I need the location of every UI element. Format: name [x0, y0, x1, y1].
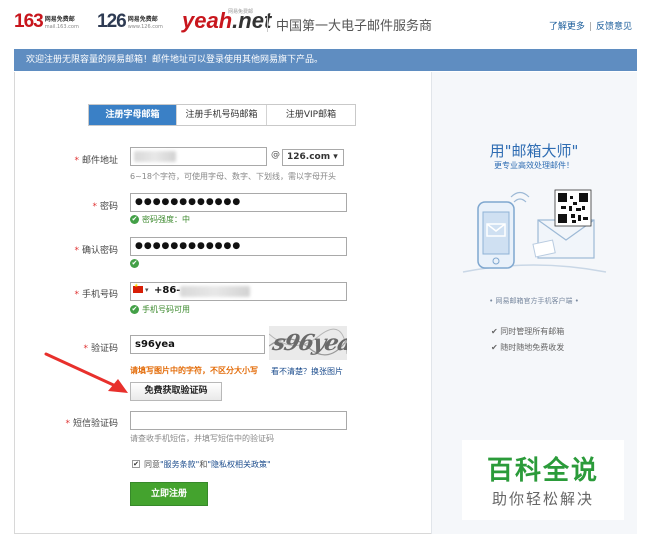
- logo-163-caption: 网易免费邮 mail.163.com: [45, 16, 79, 30]
- promo-feature: ✔ 同时管理所有邮箱: [491, 326, 564, 337]
- promo-client-label: • 网易邮箱官方手机客户端 •: [489, 297, 579, 305]
- feedback-link[interactable]: 反馈意见: [596, 22, 632, 32]
- logo-yeah-text: yeah.net: [182, 10, 271, 32]
- captcha-image[interactable]: s96yea: [269, 326, 347, 360]
- domain-select[interactable]: 126.com ▾: [282, 149, 344, 166]
- register-button[interactable]: 立即注册: [130, 482, 208, 506]
- red-arrow-icon: [44, 352, 128, 393]
- logo-126-line1: 网易免费邮: [127, 16, 158, 23]
- captcha-image-text: s96yea: [270, 330, 347, 356]
- get-sms-code-button[interactable]: 免费获取验证码: [130, 382, 222, 401]
- email-hint: 6~18个字符，可使用字母、数字、下划线，需以字母开头: [130, 172, 336, 181]
- check-circle-icon: ✔: [130, 215, 139, 224]
- logo-163[interactable]: 163 网易免费邮 mail.163.com: [14, 12, 79, 32]
- watermark-title: 百科全说: [486, 456, 599, 486]
- email-value-redacted: [134, 151, 176, 162]
- password-strength: ✔ 密码强度：中: [130, 214, 190, 225]
- logo-126-line2: www.126.com: [127, 24, 163, 30]
- required-mark: *: [74, 156, 79, 166]
- tab-vip-email[interactable]: 注册VIP邮箱: [267, 105, 355, 125]
- refresh-captcha-link[interactable]: 看不清楚？换张图片: [271, 366, 343, 377]
- logo-yeah-word: yeah: [182, 8, 233, 33]
- agree-prefix: 同意: [144, 460, 160, 469]
- required-mark: *: [74, 246, 79, 256]
- password-strength-text: 密码强度：中: [142, 215, 190, 224]
- agree-text: 同意"服务条款"和"隐私权相关政策": [144, 459, 271, 470]
- check-icon: ✔: [491, 343, 498, 352]
- phone-prefix: +86-: [154, 285, 181, 296]
- privacy-link[interactable]: "隐私权相关政策": [207, 460, 270, 469]
- slogan: 中国第一大电子邮件服务商: [276, 19, 433, 34]
- password-label-text: 密码: [99, 202, 118, 212]
- phone-mail-illustration-icon: [462, 189, 607, 273]
- logo-163-line1: 网易免费邮: [44, 16, 75, 23]
- promo-subtitle: 更专业高效处理邮件！: [494, 161, 574, 170]
- phone-value-redacted: [180, 286, 250, 297]
- required-mark: *: [74, 290, 79, 300]
- link-separator: |: [588, 22, 592, 32]
- logo-163-number: 163: [14, 11, 44, 32]
- chevron-down-icon: ▾: [333, 152, 338, 162]
- header-divider: [267, 14, 268, 32]
- confirm-password-label: * 确认密码: [0, 243, 118, 256]
- sms-code-label: * 短信验证码: [0, 416, 118, 429]
- check-icon: ✔: [491, 327, 498, 336]
- sms-code-input[interactable]: [130, 411, 347, 430]
- logo-yeah-sup: 网易免费邮: [228, 9, 254, 15]
- phone-available: ✔ 手机号码可用: [130, 304, 190, 315]
- header: 163 网易免费邮 mail.163.com 126 网易免费邮 www.126…: [0, 0, 650, 46]
- confirm-password-input[interactable]: ●●●●●●●●●●●●: [130, 237, 347, 256]
- watermark: 百科全说 助你轻松解决: [462, 440, 624, 520]
- tab-phone-email[interactable]: 注册手机号码邮箱: [177, 105, 267, 125]
- confirm-password-label-text: 确认密码: [81, 246, 118, 256]
- agree-checkbox[interactable]: ✔: [132, 460, 140, 468]
- domain-value: 126.com: [287, 152, 331, 162]
- top-links: 了解更多 | 反馈意见: [549, 19, 632, 32]
- check-circle-icon: ✔: [130, 305, 139, 314]
- email-label: * 邮件地址: [0, 153, 118, 166]
- logo-yeah[interactable]: yeah.net 网易免费邮: [182, 9, 271, 32]
- watermark-subtitle: 助你轻松解决: [491, 490, 594, 508]
- phone-label-text: 手机号码: [81, 290, 118, 300]
- logo-126[interactable]: 126 网易免费邮 www.126.com: [97, 12, 163, 32]
- at-sign: @: [271, 150, 280, 160]
- phone-label: * 手机号码: [0, 287, 118, 300]
- email-label-text: 邮件地址: [81, 156, 118, 166]
- terms-link[interactable]: "服务条款": [160, 460, 199, 469]
- logo-163-line2: mail.163.com: [44, 24, 79, 30]
- password-input[interactable]: ●●●●●●●●●●●●: [130, 193, 347, 212]
- logo-126-caption: 网易免费邮 www.126.com: [128, 16, 163, 30]
- required-mark: *: [92, 202, 97, 212]
- logo-126-number: 126: [97, 11, 127, 32]
- phone-available-text: 手机号码可用: [142, 305, 190, 314]
- captcha-input[interactable]: s96yea: [130, 335, 265, 354]
- country-chevron-icon[interactable]: ▾: [145, 286, 149, 294]
- tab-letter-email[interactable]: 注册字母邮箱: [89, 105, 177, 125]
- promo-feature-text: 随时随地免费收发: [500, 343, 565, 352]
- confirm-ok: ✔: [130, 259, 142, 268]
- china-flag-icon[interactable]: [133, 283, 143, 293]
- captcha-hint: 请填写图片中的字符，不区分大小写: [130, 366, 258, 375]
- promo-feature: ✔ 随时随地免费收发: [491, 342, 564, 353]
- promo-feature-text: 同时管理所有邮箱: [500, 327, 565, 336]
- promo-title: 用"邮箱大师": [489, 142, 579, 160]
- register-tabs: 注册字母邮箱 注册手机号码邮箱 注册VIP邮箱: [88, 104, 356, 126]
- password-label: * 密码: [0, 199, 118, 212]
- notice-bar: 欢迎注册无限容量的网易邮箱！邮件地址可以登录使用其他网易旗下产品。: [14, 49, 637, 71]
- sms-code-hint: 请查收手机短信，并填写短信中的验证码: [130, 434, 274, 443]
- required-mark: *: [65, 419, 70, 429]
- learn-more-link[interactable]: 了解更多: [549, 22, 585, 32]
- sms-code-label-text: 短信验证码: [72, 419, 118, 429]
- check-circle-icon: ✔: [130, 259, 139, 268]
